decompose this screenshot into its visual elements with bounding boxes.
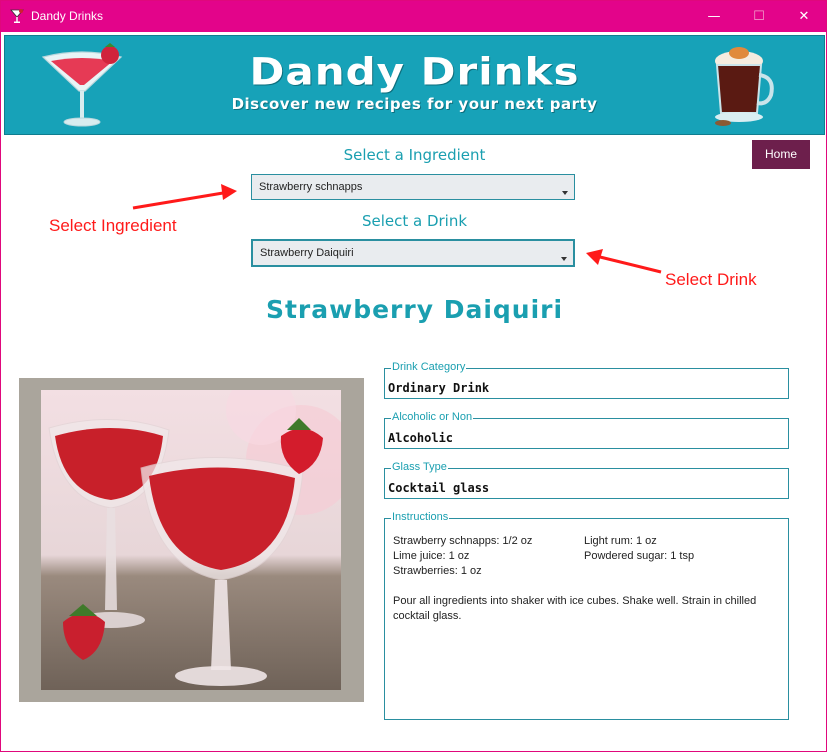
drink-category-field: Drink Category Ordinary Drink (384, 361, 789, 399)
app-window: Dandy Drinks — ☐ ✕ Dandy Drinks Discover… (0, 0, 827, 752)
banner-title: Dandy Drinks (249, 49, 580, 94)
ingredient-list-left: Strawberry schnapps: 1/2 oz Lime juice: … (393, 534, 532, 579)
ingredient-item: Strawberries: 1 oz (393, 565, 482, 577)
drink-name-heading: Strawberry Daiquiri (265, 295, 564, 324)
drink-photo-frame (19, 378, 364, 702)
window-title: Dandy Drinks (31, 9, 104, 23)
annotation-select-ingredient: Select Ingredient (49, 216, 177, 235)
ingredient-select-label: Select a Ingredient (343, 146, 486, 164)
minimize-button[interactable]: — (691, 1, 737, 32)
drink-photo (41, 390, 341, 690)
glass-type-value: Cocktail glass (388, 481, 490, 495)
title-bar: Dandy Drinks — ☐ ✕ (1, 1, 826, 32)
arrow-to-ingredient (132, 191, 224, 210)
ingredient-item: Powdered sugar: 1 tsp (584, 550, 695, 562)
ingredient-list-right: Light rum: 1 oz Powdered sugar: 1 tsp (584, 534, 694, 564)
arrow-head-drink (586, 249, 603, 265)
close-button[interactable]: ✕ (781, 1, 826, 32)
drink-dropdown[interactable]: Strawberry Daiquiri (251, 239, 575, 267)
alcoholic-field: Alcoholic or Non Alcoholic (384, 411, 789, 449)
alcoholic-label: Alcoholic or Non (391, 411, 474, 423)
instructions-label: Instructions (391, 511, 450, 523)
alcoholic-value: Alcoholic (388, 431, 454, 445)
drink-category-value: Ordinary Drink (388, 381, 490, 395)
arrow-to-drink (599, 255, 662, 274)
chevron-down-icon (562, 191, 568, 195)
banner-subtitle: Discover new recipes for your next party (231, 95, 598, 113)
glass-type-field: Glass Type Cocktail glass (384, 461, 789, 499)
maximize-button[interactable]: ☐ (736, 1, 782, 32)
ingredient-item: Light rum: 1 oz (584, 535, 657, 547)
ingredient-item: Strawberry schnapps: 1/2 oz (393, 535, 533, 547)
ingredient-dropdown[interactable]: Strawberry schnapps (251, 174, 575, 200)
instructions-field: Instructions Strawberry schnapps: 1/2 oz… (384, 511, 789, 720)
chevron-down-icon (561, 257, 567, 261)
ingredient-item: Lime juice: 1 oz (393, 550, 470, 562)
glass-type-label: Glass Type (391, 461, 448, 473)
app-icon (10, 9, 24, 23)
drink-category-label: Drink Category (391, 361, 467, 373)
annotation-select-drink: Select Drink (665, 270, 757, 289)
ingredient-dropdown-value: Strawberry schnapps (259, 181, 363, 193)
instructions-text: Pour all ingredients into shaker with ic… (393, 595, 757, 622)
drink-dropdown-value: Strawberry Daiquiri (260, 247, 354, 259)
arrow-head-ingredient (221, 184, 237, 200)
